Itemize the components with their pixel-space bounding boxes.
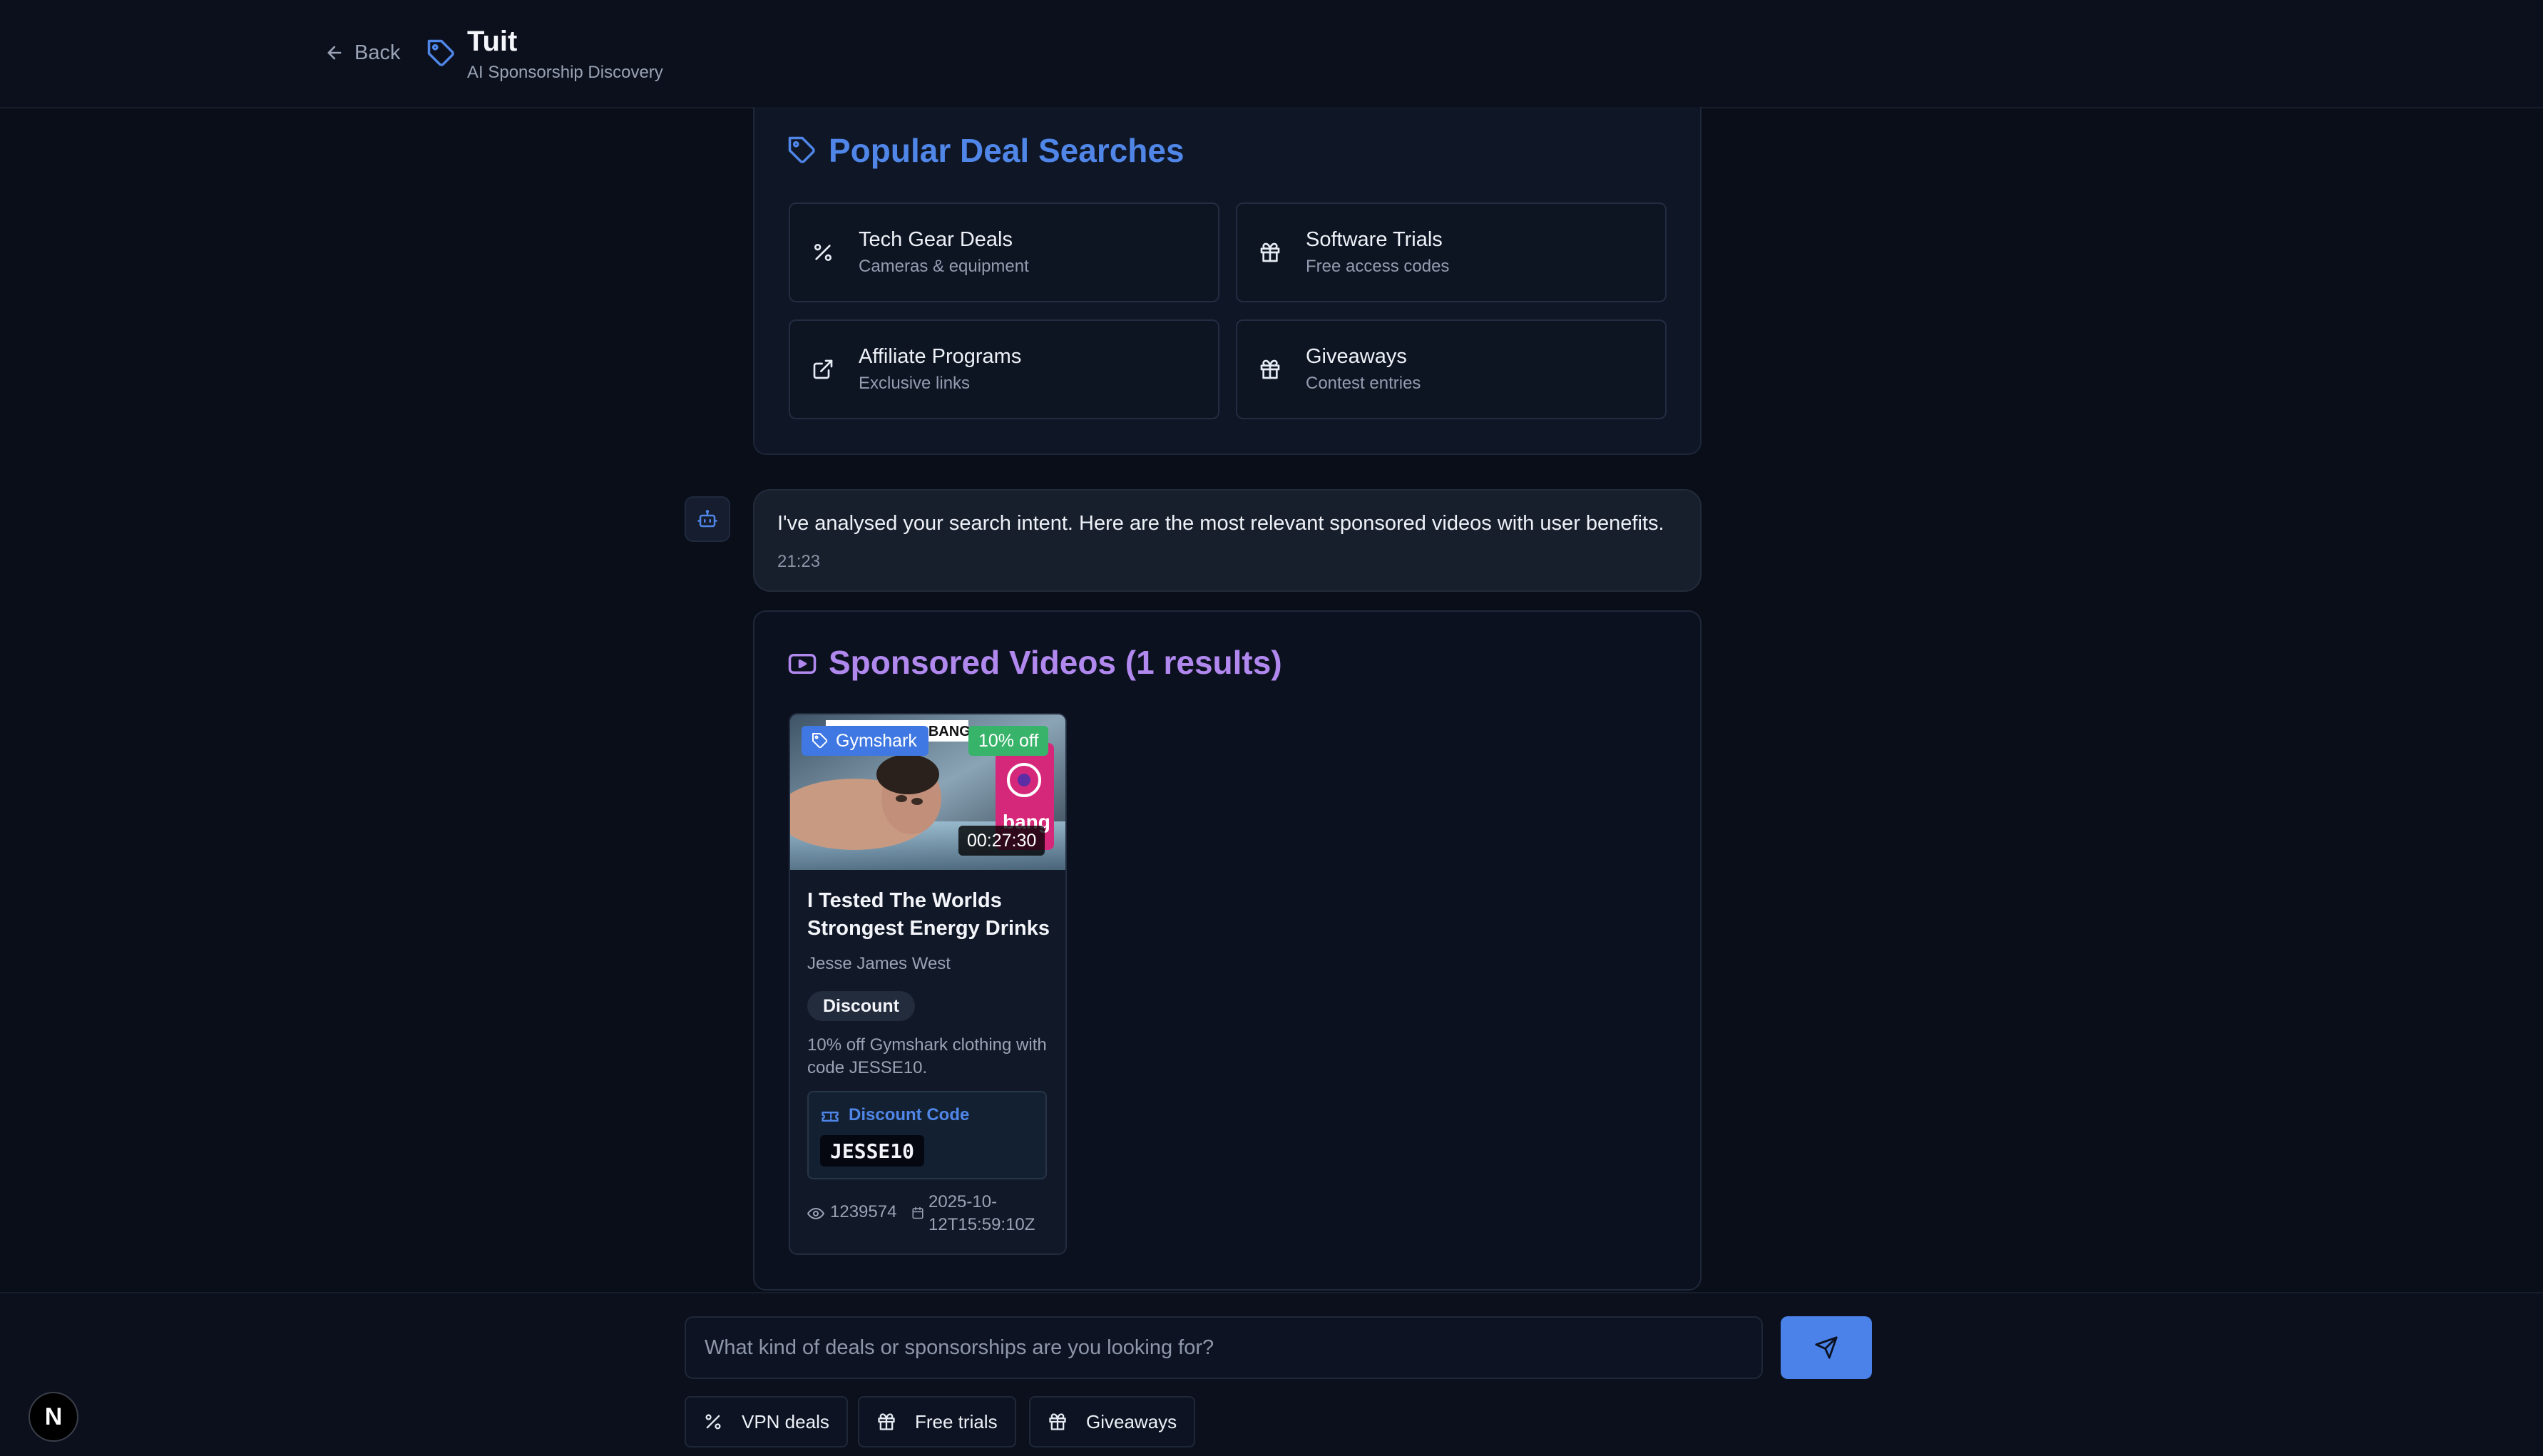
ticket-icon [820,1107,840,1127]
percent-icon [703,1412,723,1432]
app-title: Tuit [467,26,518,57]
deal-card-giveaways[interactable]: Giveaways Contest entries [1236,319,1667,419]
video-duration: 00:27:30 [958,826,1045,856]
deal-card-title: Affiliate Programs [859,345,1022,368]
sponsored-videos-title: Sponsored Videos (1 results) [829,644,1282,681]
chip-free-trials[interactable]: Free trials [858,1396,1016,1447]
publish-date: 2025-10-12T15:59:10Z [928,1192,1035,1234]
gift-icon [1259,241,1281,264]
deal-card-affiliate-programs[interactable]: Affiliate Programs Exclusive links [789,319,1219,419]
dev-tools-badge[interactable]: N [29,1392,78,1442]
deal-card-title: Tech Gear Deals [859,228,1013,251]
arrow-left-icon [324,43,344,63]
message-time: 21:23 [777,552,821,571]
assistant-message [753,489,1702,592]
deal-type-badge: Discount [807,991,915,1021]
send-button[interactable] [1781,1316,1872,1379]
chip-vpn-deals[interactable]: VPN deals [685,1396,848,1447]
tag-icon [426,39,456,68]
gift-icon [1048,1412,1068,1432]
app-subtitle: AI Sponsorship Discovery [467,63,663,82]
discount-code-value[interactable]: JESSE10 [820,1135,925,1167]
deal-card-subtitle: Contest entries [1306,374,1421,393]
bot-icon [697,508,718,530]
back-button[interactable]: Back [324,39,400,67]
chip-label: Free trials [915,1410,998,1432]
chip-label: Giveaways [1086,1410,1177,1432]
eye-icon [807,1205,824,1222]
chip-label: VPN deals [742,1410,829,1432]
deal-description: 10% off Gymshark clothing with code JESS… [807,1035,1047,1077]
view-count: 1239574 [830,1202,897,1221]
search-input[interactable]: What kind of deals or sponsorships are y… [685,1316,1763,1379]
deal-card-subtitle: Free access codes [1306,257,1450,276]
external-link-icon [812,358,834,381]
deal-card-title: Software Trials [1306,228,1443,251]
bot-avatar [685,496,730,542]
offer-badge: 10% off [968,726,1049,756]
popular-deals-title: Popular Deal Searches [829,132,1184,169]
deal-card-title: Giveaways [1306,345,1407,368]
deal-card-subtitle: Exclusive links [859,374,971,393]
deal-card-tech-gear[interactable]: Tech Gear Deals Cameras & equipment [789,202,1219,302]
channel-name: Jesse James West [807,954,951,973]
video-title[interactable]: I Tested The Worlds Strongest Energy Dri… [807,887,1057,943]
chip-giveaways[interactable]: Giveaways [1029,1396,1196,1447]
back-label: Back [354,41,401,64]
tag-icon [812,732,829,749]
n-logo-icon: N [44,1403,63,1430]
percent-icon [812,241,834,264]
deal-card-software-trials[interactable]: Software Trials Free access codes [1236,202,1667,302]
gift-icon [876,1412,896,1432]
deal-card-subtitle: Cameras & equipment [859,257,1029,276]
calendar-icon [911,1206,924,1219]
tag-icon [787,135,817,165]
gift-icon [1259,358,1281,381]
brand-badge: Gymshark [802,726,928,756]
message-text: I've analysed your search intent. Here a… [777,512,1664,535]
send-icon [1814,1335,1838,1360]
video-icon [787,649,817,679]
discount-code-label: Discount Code [849,1105,970,1124]
brand-name: Gymshark [836,730,917,751]
